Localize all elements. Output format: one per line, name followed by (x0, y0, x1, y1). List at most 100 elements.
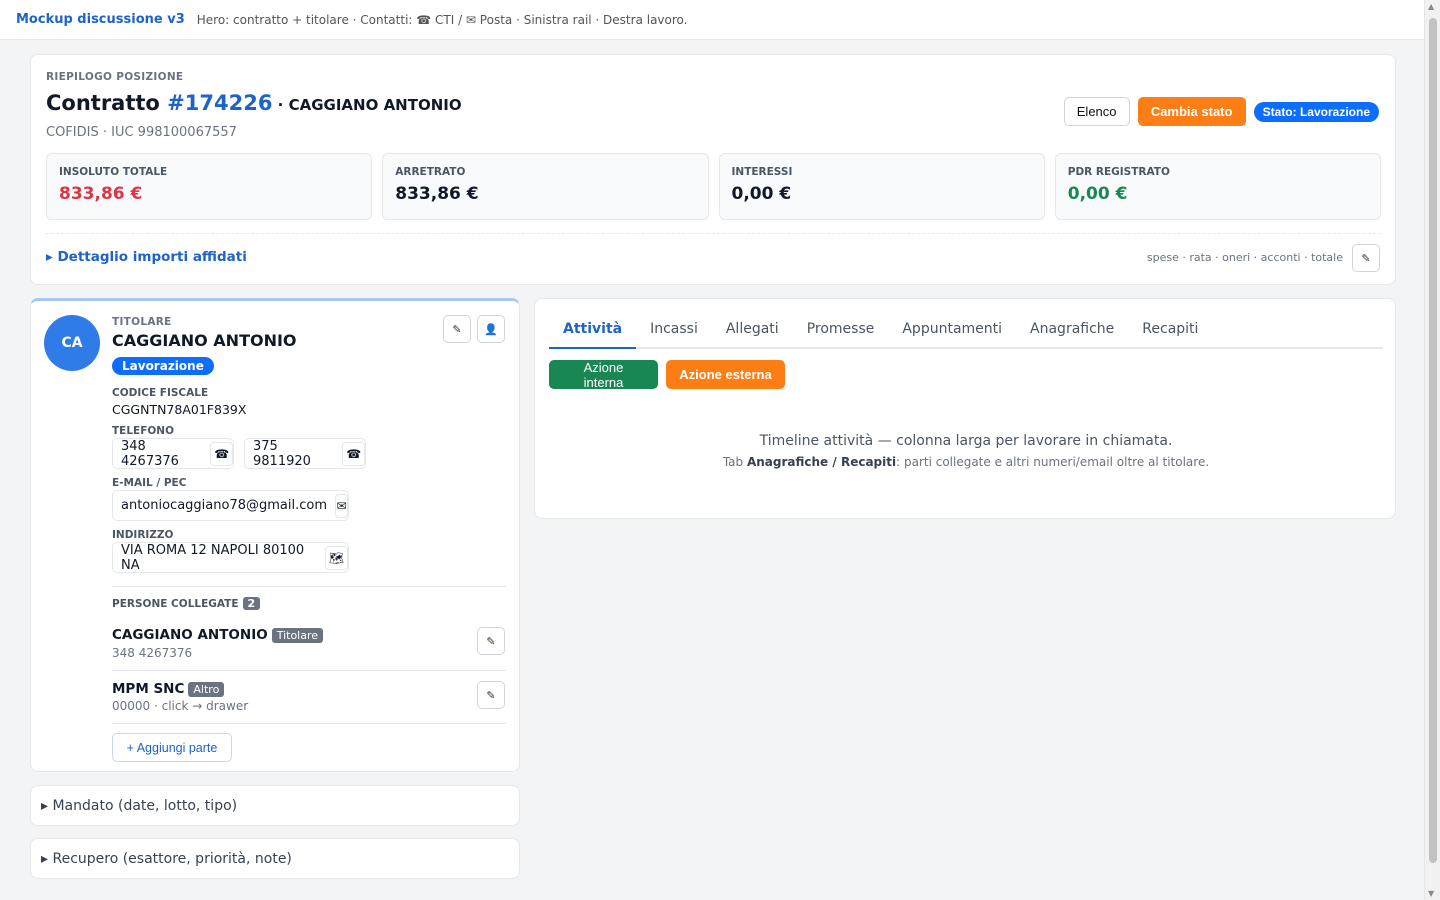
hint-prefix: Tab (722, 455, 747, 469)
divider (112, 723, 506, 724)
stat-interessi: INTERESSI 0,00 € (718, 153, 1045, 220)
tab-appointments[interactable]: Appuntamenti (888, 313, 1016, 347)
debtor-name: CAGGIANO ANTONIO (288, 96, 462, 114)
title-separator: · (272, 96, 289, 114)
role-tag: Altro (188, 681, 225, 697)
person-name-text: CAGGIANO ANTONIO (112, 627, 268, 643)
activity-actions: Azione interna Azione esterna (549, 360, 785, 390)
owner-profile-button[interactable]: 👤 (477, 315, 505, 343)
stat-label: PDR REGISTRATO (1067, 166, 1170, 178)
user-icon: 👤 (484, 322, 498, 336)
top-bar: Mockup discussione v3 Hero: contratto + … (0, 0, 1424, 40)
phone-number: 375 9811920 (253, 438, 311, 469)
work-panel: Attività Incassi Allegati Promesse Appun… (534, 298, 1396, 519)
position-summary-card: RIEPILOGO POSIZIONE Contratto #174226 · … (30, 54, 1396, 285)
summary-eyebrow: RIEPILOGO POSIZIONE (46, 71, 184, 83)
person-name-text: MPM SNC (112, 681, 185, 697)
title-prefix: Contratto (46, 91, 168, 115)
email-label: E-MAIL / PEC (112, 477, 187, 489)
external-action-button[interactable]: Azione esterna (666, 360, 785, 389)
mail-icon[interactable]: ✉ (335, 493, 348, 518)
timeline-empty-hint: Tab Anagrafiche / Recapiti: parti colleg… (535, 455, 1397, 469)
owner-card: CA TITOLARE CAGGIANO ANTONIO Lavorazione… (30, 298, 520, 772)
edit-amounts-button[interactable]: ✎ (1352, 244, 1380, 272)
linked-person-sub: 00000 · click → drawer (112, 699, 249, 713)
status-badge: Stato: Lavorazione (1253, 101, 1379, 122)
linked-person-name[interactable]: CAGGIANO ANTONIO Titolare (112, 627, 324, 643)
hint-registry: Anagrafiche (746, 455, 829, 469)
address-value: VIA ROMA 12 NAPOLI 80100 NA (121, 542, 305, 573)
email-chip[interactable]: antoniocaggiano78@gmail.com ✉ (112, 490, 349, 521)
tab-payments[interactable]: Incassi (636, 313, 712, 347)
address-label: INDIRIZZO (112, 529, 174, 541)
edit-linked-person-button[interactable]: ✎ (477, 627, 505, 655)
hint-contacts: Recapiti (840, 455, 897, 469)
add-party-button[interactable]: + Aggiungi parte (112, 733, 232, 762)
stat-label: INSOLUTO TOTALE (59, 166, 168, 178)
stat-arretrato: ARRETRATO 833,86 € (382, 153, 709, 220)
hint-sep: / (828, 455, 841, 469)
linked-count-badge: 2 (242, 597, 261, 610)
page-title: Contratto #174226 · CAGGIANO ANTONIO (46, 91, 462, 115)
phone-label: TELEFONO (112, 425, 175, 437)
scroll-up-icon[interactable]: ▲ (1428, 2, 1434, 11)
phone-chip[interactable]: 375 9811920 ☎ (244, 438, 366, 469)
scrollbar-thumb[interactable] (1429, 18, 1437, 863)
pencil-icon: ✎ (486, 634, 496, 648)
stat-value: 0,00 € (1067, 184, 1128, 204)
phone-call-icon[interactable]: ☎ (210, 441, 233, 466)
linked-persons-header: PERSONE COLLEGATE 2 (112, 597, 261, 610)
owner-status-badge: Lavorazione (112, 357, 214, 375)
pencil-icon: ✎ (1361, 251, 1371, 265)
stat-insoluto: INSOLUTO TOTALE 833,86 € (46, 153, 373, 220)
page-scrollbar[interactable]: ▲ ▼ (1424, 0, 1440, 900)
internal-action-button[interactable]: Azione interna (549, 360, 658, 390)
address-chip[interactable]: VIA ROMA 12 NAPOLI 80100 NA 🗺 (112, 542, 349, 573)
work-tabs: Attività Incassi Allegati Promesse Appun… (549, 313, 1383, 349)
amount-stats: INSOLUTO TOTALE 833,86 € ARRETRATO 833,8… (46, 153, 1381, 220)
owner-name: CAGGIANO ANTONIO (112, 331, 297, 350)
fiscal-code-label: CODICE FISCALE (112, 387, 209, 399)
contract-meta: COFIDIS · IUC 998100067557 (46, 125, 237, 140)
stat-value: 833,86 € (59, 184, 143, 204)
recovery-accordion[interactable]: ▸ Recupero (esattore, priorità, note) (30, 838, 520, 879)
stat-value: 833,86 € (395, 184, 479, 204)
contract-number: #174226 (167, 91, 273, 115)
pencil-icon: ✎ (486, 688, 496, 702)
linked-person-name[interactable]: MPM SNC Altro (112, 681, 225, 697)
hero-actions: Elenco Cambia stato Stato: Lavorazione (1063, 97, 1379, 126)
tab-contacts[interactable]: Recapiti (1128, 313, 1212, 347)
phone-call-icon[interactable]: ☎ (342, 441, 365, 466)
linked-persons-title: PERSONE COLLEGATE (112, 597, 239, 610)
list-button[interactable]: Elenco (1063, 97, 1130, 126)
tab-promises[interactable]: Promesse (793, 313, 889, 347)
hint-suffix: : parti collegate e altri numeri/email o… (896, 455, 1210, 469)
pencil-icon: ✎ (452, 322, 462, 336)
tab-registry[interactable]: Anagrafiche (1016, 313, 1128, 347)
edit-owner-button[interactable]: ✎ (443, 315, 471, 343)
tab-activity[interactable]: Attività (549, 313, 637, 349)
change-state-button[interactable]: Cambia stato (1137, 97, 1246, 126)
map-icon[interactable]: 🗺 (325, 545, 348, 570)
app-subtitle: Hero: contratto + titolare · Contatti: ☎… (196, 12, 688, 27)
email-address: antoniocaggiano78@gmail.com (121, 498, 327, 513)
phone-chip[interactable]: 348 4267376 ☎ (112, 438, 234, 469)
edit-linked-person-button[interactable]: ✎ (477, 681, 505, 709)
timeline-empty-message: Timeline attività — colonna larga per la… (759, 433, 1173, 449)
divider (112, 670, 506, 671)
app-title[interactable]: Mockup discussione v3 (16, 12, 185, 27)
detail-amounts-meta: spese · rata · oneri · acconti · totale (1146, 251, 1343, 264)
stat-label: ARRETRATO (395, 166, 466, 178)
hero-divider (46, 233, 1381, 234)
role-tag: Titolare (271, 627, 324, 643)
linked-person-sub: 348 4267376 (112, 646, 193, 660)
phone-number: 348 4267376 (121, 438, 179, 469)
fiscal-code-value: CGGNTN78A01F839X (112, 402, 247, 417)
tab-attachments[interactable]: Allegati (712, 313, 793, 347)
owner-eyebrow: TITOLARE (112, 316, 172, 328)
scroll-down-icon[interactable]: ▼ (1428, 889, 1434, 898)
mandate-accordion[interactable]: ▸ Mandato (date, lotto, tipo) (30, 785, 520, 826)
stat-label: INTERESSI (731, 166, 793, 178)
stat-value: 0,00 € (731, 184, 792, 204)
detail-amounts-toggle[interactable]: ▸ Dettaglio importi affidati (46, 249, 247, 265)
